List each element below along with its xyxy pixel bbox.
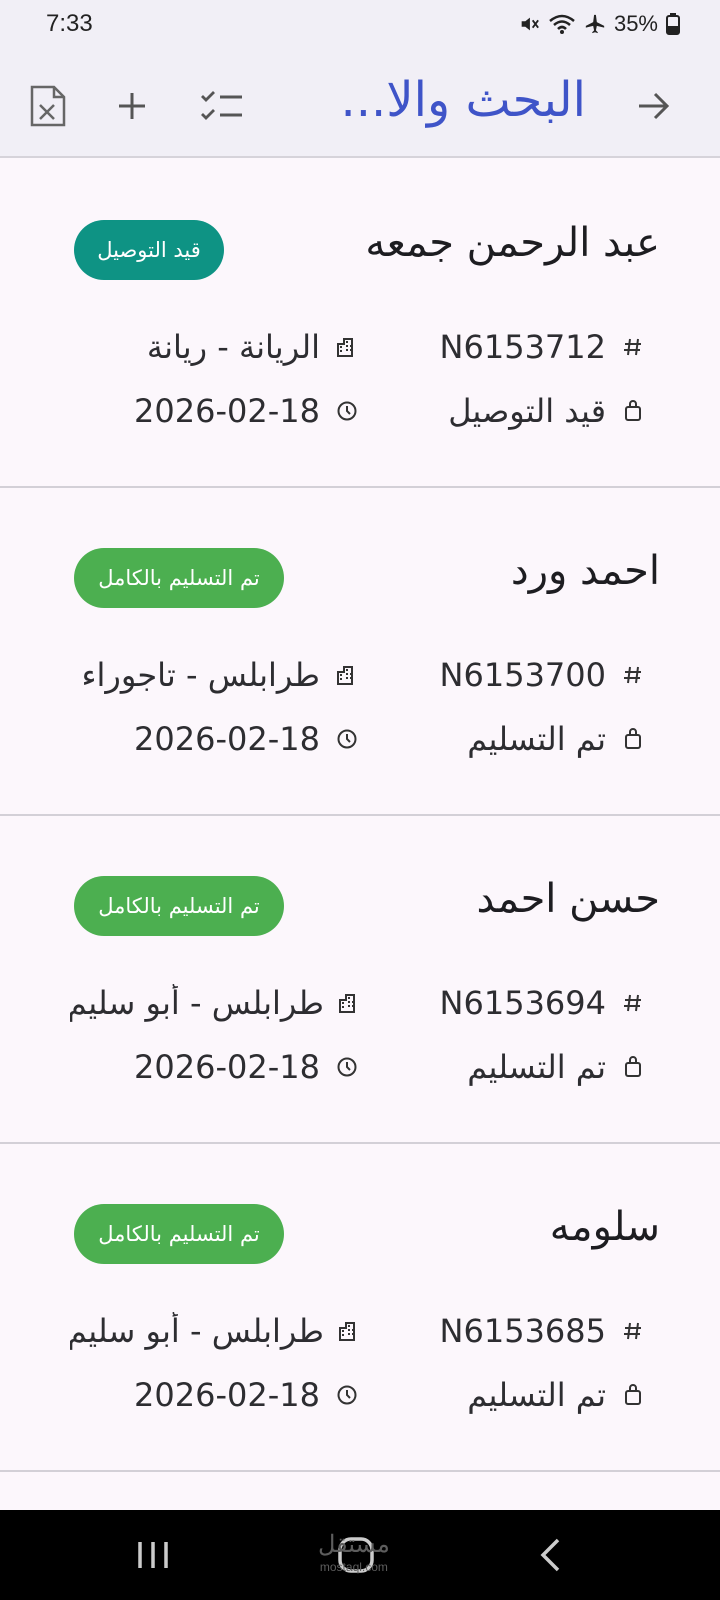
status-time: 7:33 xyxy=(46,10,93,37)
city-row: الريانة - ريانة xyxy=(70,328,360,366)
recent-apps-button[interactable] xyxy=(136,1532,170,1578)
order-number: N6153700 xyxy=(439,656,606,694)
customer-name: حسن احمد xyxy=(476,876,660,922)
hash-icon xyxy=(620,990,646,1016)
plus-icon[interactable] xyxy=(108,82,156,130)
city-row: طرابلس - أبو سليم xyxy=(70,984,360,1022)
date-row: 2026-02-18 xyxy=(134,720,360,758)
building-icon xyxy=(338,1318,360,1344)
clock-icon xyxy=(334,726,360,752)
status-bar: 7:33 35% xyxy=(0,0,720,52)
excel-export-icon[interactable] xyxy=(24,82,72,130)
order-number: N6153694 xyxy=(439,984,606,1022)
order-card[interactable]: احمد ورد تم التسليم بالكامل N6153700 طرا… xyxy=(0,488,720,816)
date-row: 2026-02-18 xyxy=(134,1048,360,1086)
bag-icon xyxy=(620,726,646,752)
system-nav-bar: مستقل mostaql.com xyxy=(0,1510,720,1600)
city: الريانة - ريانة xyxy=(146,328,320,366)
orders-list: عبد الرحمن جمعه قيد التوصيل N6153712 الر… xyxy=(0,160,720,1472)
page-title: البحث والا... xyxy=(340,72,586,128)
hash-icon xyxy=(620,1318,646,1344)
arrow-right-icon[interactable] xyxy=(630,82,678,130)
delivery-status-row: تم التسليم xyxy=(467,1048,646,1086)
clock-icon xyxy=(334,1054,360,1080)
city-row: طرابلس - أبو سليم xyxy=(70,1312,360,1350)
battery-icon xyxy=(666,13,680,35)
date-row: 2026-02-18 xyxy=(134,1376,360,1414)
date-row: 2026-02-18 xyxy=(134,392,360,430)
app-bar: البحث والا... xyxy=(0,52,720,158)
hash-icon xyxy=(620,662,646,688)
hash-icon xyxy=(620,334,646,360)
order-number-row: N6153685 xyxy=(440,1312,646,1350)
checklist-icon[interactable] xyxy=(198,82,246,130)
delivery-status: تم التسليم xyxy=(467,1376,606,1414)
building-icon xyxy=(334,334,360,360)
order-number: N6153685 xyxy=(439,1312,606,1350)
airplane-icon xyxy=(584,13,606,35)
order-number-row: N6153694 xyxy=(440,984,646,1022)
clock-icon xyxy=(334,398,360,424)
delivery-status: تم التسليم xyxy=(467,720,606,758)
bag-icon xyxy=(620,398,646,424)
watermark-text: مستقل xyxy=(318,1531,390,1558)
order-card[interactable]: عبد الرحمن جمعه قيد التوصيل N6153712 الر… xyxy=(0,160,720,488)
status-badge: تم التسليم بالكامل xyxy=(74,876,284,936)
customer-name: سلومه xyxy=(549,1204,660,1250)
battery-percent: 35% xyxy=(613,11,658,36)
customer-name: عبد الرحمن جمعه xyxy=(365,220,660,266)
delivery-status-row: تم التسليم xyxy=(467,1376,646,1414)
mute-icon xyxy=(518,13,540,35)
bag-icon xyxy=(620,1382,646,1408)
order-date: 2026-02-18 xyxy=(134,392,320,430)
delivery-status: قيد التوصيل xyxy=(448,392,606,430)
city-row: طرابلس - تاجوراء xyxy=(70,656,360,694)
watermark: مستقل mostaql.com xyxy=(318,1531,390,1578)
building-icon xyxy=(334,662,360,688)
order-date: 2026-02-18 xyxy=(134,1048,320,1086)
delivery-status-row: تم التسليم xyxy=(467,720,646,758)
order-date: 2026-02-18 xyxy=(134,720,320,758)
wifi-icon xyxy=(548,13,576,35)
clock-icon xyxy=(334,1382,360,1408)
status-badge: تم التسليم بالكامل xyxy=(74,548,284,608)
delivery-status-row: قيد التوصيل xyxy=(448,392,646,430)
order-number: N6153712 xyxy=(439,328,606,366)
city: طرابلس - أبو سليم xyxy=(70,984,324,1022)
city: طرابلس - تاجوراء xyxy=(81,656,320,694)
customer-name: احمد ورد xyxy=(510,548,660,594)
order-card[interactable]: حسن احمد تم التسليم بالكامل N6153694 طرا… xyxy=(0,816,720,1144)
order-number-row: N6153712 xyxy=(440,328,646,366)
building-icon xyxy=(338,990,360,1016)
order-number-row: N6153700 xyxy=(440,656,646,694)
bag-icon xyxy=(620,1054,646,1080)
city: طرابلس - أبو سليم xyxy=(70,1312,324,1350)
watermark-sub: mostaql.com xyxy=(319,1560,388,1574)
delivery-status: تم التسليم xyxy=(467,1048,606,1086)
status-badge: تم التسليم بالكامل xyxy=(74,1204,284,1264)
order-card[interactable]: سلومه تم التسليم بالكامل N6153685 طرابلس… xyxy=(0,1144,720,1472)
order-date: 2026-02-18 xyxy=(134,1376,320,1414)
back-button[interactable] xyxy=(538,1532,562,1578)
status-icons: 35% xyxy=(518,11,680,37)
status-badge: قيد التوصيل xyxy=(74,220,224,280)
